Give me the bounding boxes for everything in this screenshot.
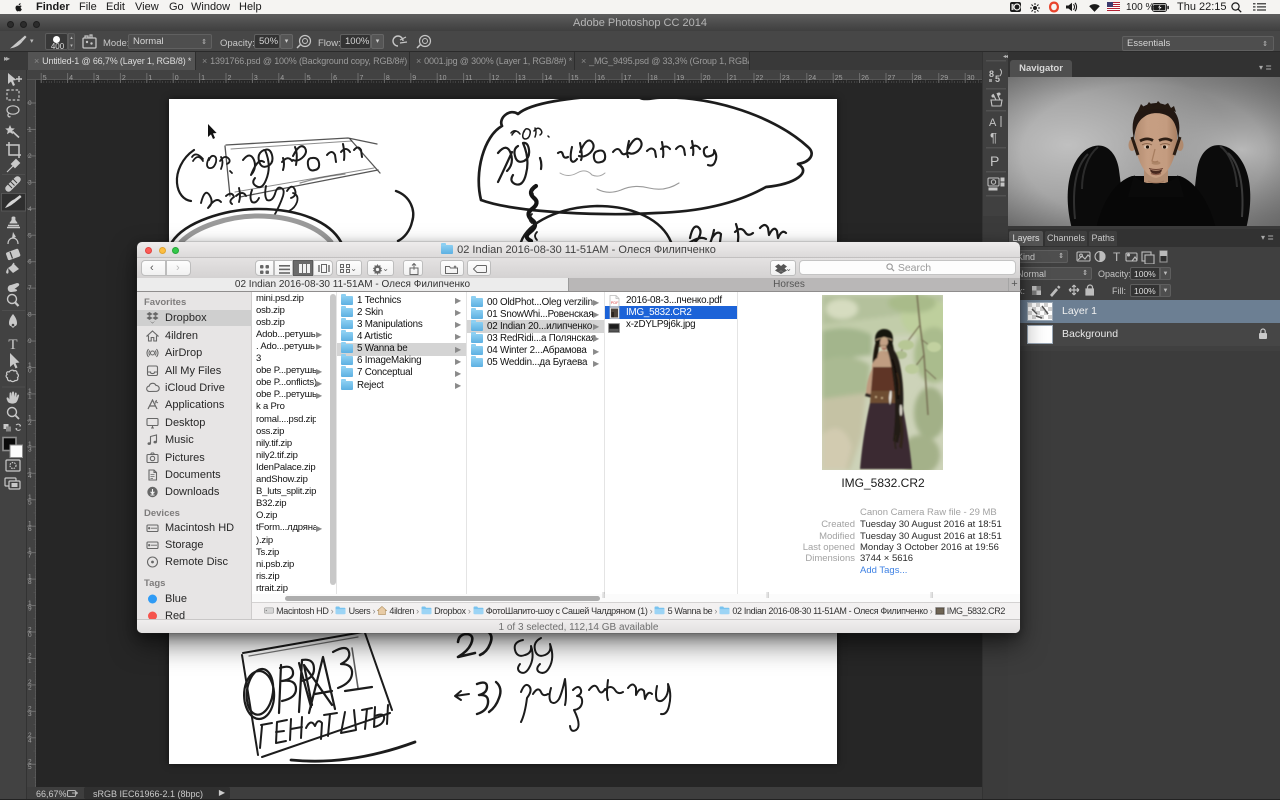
svg-text:13: 13 xyxy=(518,75,526,82)
svg-text:2: 2 xyxy=(122,75,126,82)
svg-text:2: 2 xyxy=(228,75,232,82)
svg-text:3: 3 xyxy=(28,179,32,186)
svg-text:4: 4 xyxy=(28,473,32,480)
svg-text:12: 12 xyxy=(492,75,500,82)
svg-text:2: 2 xyxy=(28,420,32,427)
svg-text:8: 8 xyxy=(28,579,32,586)
svg-text:29: 29 xyxy=(940,75,948,82)
svg-text:1: 1 xyxy=(148,75,152,82)
svg-text:2: 2 xyxy=(28,685,32,692)
svg-text:24: 24 xyxy=(808,75,816,82)
svg-text:0: 0 xyxy=(175,75,179,82)
svg-text:3: 3 xyxy=(28,447,32,454)
svg-text:30: 30 xyxy=(967,75,975,82)
svg-text:7: 7 xyxy=(28,552,32,559)
svg-text:7: 7 xyxy=(360,75,364,82)
svg-text:PDF: PDF xyxy=(611,301,619,305)
svg-text:21: 21 xyxy=(729,75,737,82)
svg-text:16: 16 xyxy=(597,75,605,82)
svg-text:6: 6 xyxy=(28,259,32,266)
svg-text:3: 3 xyxy=(28,711,32,718)
svg-text:27: 27 xyxy=(888,75,896,82)
svg-text:0: 0 xyxy=(28,632,32,639)
svg-text:¶: ¶ xyxy=(990,130,997,145)
svg-text:6: 6 xyxy=(333,75,337,82)
svg-text:20: 20 xyxy=(703,75,711,82)
svg-text:1: 1 xyxy=(28,394,32,401)
svg-text:28: 28 xyxy=(914,75,922,82)
svg-text:6: 6 xyxy=(28,526,32,533)
svg-text:8: 8 xyxy=(386,75,390,82)
svg-text:17: 17 xyxy=(624,75,632,82)
svg-text:5: 5 xyxy=(995,74,1000,84)
svg-text:22: 22 xyxy=(756,75,764,82)
svg-text:3: 3 xyxy=(254,75,258,82)
svg-text:3: 3 xyxy=(96,75,100,82)
svg-text:25: 25 xyxy=(835,75,843,82)
svg-text:5: 5 xyxy=(43,75,47,82)
svg-text:T: T xyxy=(8,337,17,353)
svg-text:14: 14 xyxy=(544,75,552,82)
svg-text:5: 5 xyxy=(28,764,32,771)
svg-text:10: 10 xyxy=(439,75,447,82)
svg-text:26: 26 xyxy=(861,75,869,82)
svg-text:15: 15 xyxy=(571,75,579,82)
svg-text:11: 11 xyxy=(465,75,472,82)
svg-text:4: 4 xyxy=(69,75,73,82)
svg-text:5: 5 xyxy=(307,75,311,82)
svg-text:9: 9 xyxy=(28,605,32,612)
svg-text:4: 4 xyxy=(280,75,284,82)
svg-text:4: 4 xyxy=(28,738,32,745)
svg-text:1: 1 xyxy=(28,658,32,665)
svg-text:A: A xyxy=(989,117,997,129)
svg-text:23: 23 xyxy=(782,75,790,82)
svg-text:P: P xyxy=(990,153,999,169)
svg-text:9: 9 xyxy=(412,75,416,82)
svg-text:18: 18 xyxy=(650,75,658,82)
svg-text:19: 19 xyxy=(676,75,684,82)
svg-text:0: 0 xyxy=(28,367,32,374)
svg-text:8: 8 xyxy=(989,69,994,79)
svg-text:1: 1 xyxy=(201,75,205,82)
svg-text:5: 5 xyxy=(28,500,32,507)
svg-text:T: T xyxy=(1113,250,1121,264)
